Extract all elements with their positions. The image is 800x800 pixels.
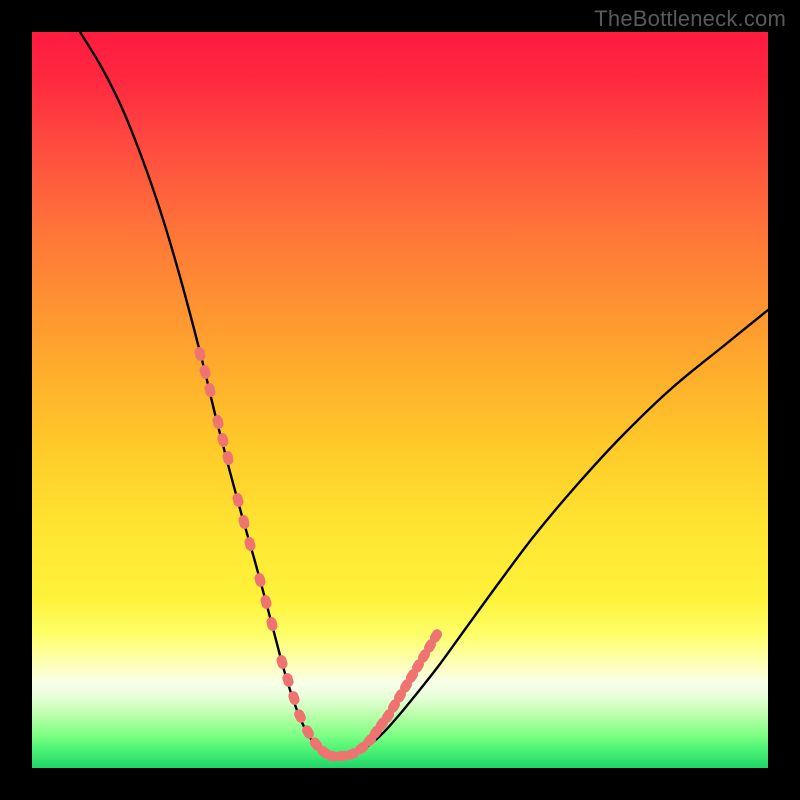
- dot-markers: [193, 346, 444, 762]
- chart-frame: TheBottleneck.com: [0, 0, 800, 800]
- curve-layer: [32, 32, 768, 768]
- watermark-text: TheBottleneck.com: [594, 6, 786, 32]
- plot-area: [32, 32, 768, 768]
